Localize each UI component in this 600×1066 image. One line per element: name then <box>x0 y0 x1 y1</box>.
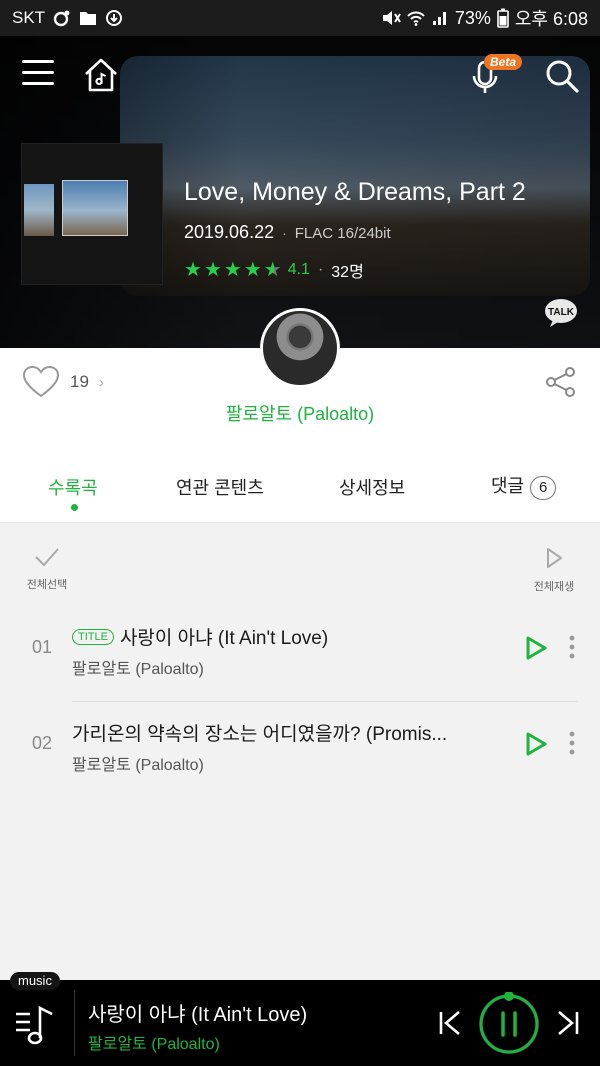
tab-related-contents[interactable]: 연관 콘텐츠 <box>176 474 264 500</box>
divider <box>72 701 578 702</box>
download-notification-icon <box>106 10 123 26</box>
active-tab-indicator <box>71 504 78 511</box>
top-nav: Beta <box>0 54 600 100</box>
tab-comments-label: 댓글 <box>491 476 525 496</box>
signal-icon <box>432 12 446 25</box>
track-row[interactable]: 01 TITLE 사랑이 아냐 (It Ain't Love) 팔로알토 (Pa… <box>0 607 600 701</box>
play-track-icon[interactable] <box>524 731 548 757</box>
play-icon <box>547 548 562 568</box>
track-title: 가리온의 약속의 장소는 어디였을까? (Promis... <box>72 724 448 745</box>
track-row[interactable]: 02 가리온의 약속의 장소는 어디였을까? (Promis... 팔로알토 (… <box>0 703 600 797</box>
track-number: 01 <box>32 637 53 657</box>
now-playing-title: 사랑이 아냐 (It Ain't Love) <box>88 1004 308 1026</box>
search-icon[interactable] <box>544 58 580 94</box>
tab-tracks[interactable]: 수록곡 <box>48 474 98 500</box>
rating[interactable]: ★ ★ ★ ★ ★ 4.1 · 32명 <box>184 258 364 282</box>
album-title: Love, Money & Dreams, Part 2 <box>184 178 526 206</box>
rating-score: 4.1 <box>287 261 310 278</box>
menu-icon[interactable] <box>22 60 54 90</box>
comment-count-badge: 6 <box>530 476 557 500</box>
star-icon: ★ <box>203 259 222 281</box>
more-options-icon[interactable] <box>566 729 578 757</box>
play-all-label: 전체재생 <box>533 581 575 593</box>
album-cover[interactable] <box>22 144 162 284</box>
beta-badge: Beta <box>484 54 523 70</box>
talk-icon[interactable]: TALK <box>544 298 578 328</box>
artist-name-link[interactable]: 팔로알토 (Paloalto) <box>0 400 600 426</box>
app-notification-icon <box>53 10 70 27</box>
pause-button[interactable] <box>477 992 541 1056</box>
track-title-line: TITLE 사랑이 아냐 (It Ain't Love) <box>72 623 328 650</box>
carrier-label: SKT <box>12 8 46 27</box>
status-bar: SKT 73% 오후 6:08 <box>0 0 600 36</box>
clock: 오후 6:08 <box>514 9 588 29</box>
star-icon: ★ <box>184 259 202 281</box>
tab-bar: 수록곡 연관 콘텐츠 상세정보 댓글 6 <box>0 464 600 523</box>
battery-icon <box>497 8 509 28</box>
wifi-icon <box>407 11 425 26</box>
play-all-button[interactable]: 전체재생 <box>526 547 582 594</box>
tab-details[interactable]: 상세정보 <box>339 474 405 500</box>
track-title-line: 가리온의 약속의 장소는 어디였을까? (Promis... <box>72 719 447 746</box>
star-icon: ★ <box>243 259 262 281</box>
track-list: 전체선택 전체재생 01 TITLE 사랑이 아냐 (It Ain't Love… <box>0 523 600 980</box>
battery-percent: 73% <box>454 7 491 28</box>
previous-track-icon[interactable] <box>438 1010 462 1036</box>
album-meta: 2019.06.22 · FLAC 16/24bit <box>184 222 391 242</box>
music-label: music <box>10 972 60 990</box>
audio-format: FLAC 16/24bit <box>294 225 391 242</box>
music-home-icon[interactable] <box>82 56 120 94</box>
track-artist: 팔로알토 (Paloalto) <box>72 661 204 678</box>
tab-comments[interactable]: 댓글 6 <box>491 472 557 500</box>
folder-icon <box>80 12 97 25</box>
rating-count: 32명 <box>331 264 364 281</box>
mute-icon <box>382 11 401 25</box>
check-icon <box>35 548 59 567</box>
select-all-label: 전체선택 <box>26 579 68 591</box>
heart-icon <box>22 366 60 398</box>
now-playing-artist: 팔로알토 (Paloalto) <box>88 1036 220 1053</box>
track-number: 02 <box>32 733 53 753</box>
mini-player[interactable]: music 사랑이 아냐 (It Ain't Love) 팔로알토 (Paloa… <box>0 972 600 1066</box>
like-count: 19 <box>70 372 89 391</box>
star-icon: ★ <box>223 259 242 281</box>
like-button[interactable]: 19 › <box>22 366 104 398</box>
select-all-button[interactable]: 전체선택 <box>22 547 72 592</box>
chevron-right-icon: › <box>98 373 104 391</box>
play-track-icon[interactable] <box>524 635 548 661</box>
next-track-icon[interactable] <box>556 1010 580 1036</box>
playlist-icon[interactable] <box>14 1002 60 1048</box>
talk-label: TALK <box>548 307 575 318</box>
artist-avatar[interactable] <box>260 308 340 388</box>
title-track-badge: TITLE <box>72 628 114 645</box>
release-date: 2019.06.22 <box>184 222 275 242</box>
more-options-icon[interactable] <box>566 633 578 661</box>
album-info: 19 › 팔로알토 (Paloalto) 수록곡 연관 콘텐츠 상세정보 댓글 6 <box>0 308 600 523</box>
album-hero: Beta Love, Money & Dreams, Part 2 2019.0… <box>0 36 600 348</box>
share-icon[interactable] <box>544 366 578 398</box>
half-star-icon: ★ <box>263 259 282 281</box>
track-title: 사랑이 아냐 (It Ain't Love) <box>119 628 329 649</box>
track-artist: 팔로알토 (Paloalto) <box>72 757 204 774</box>
